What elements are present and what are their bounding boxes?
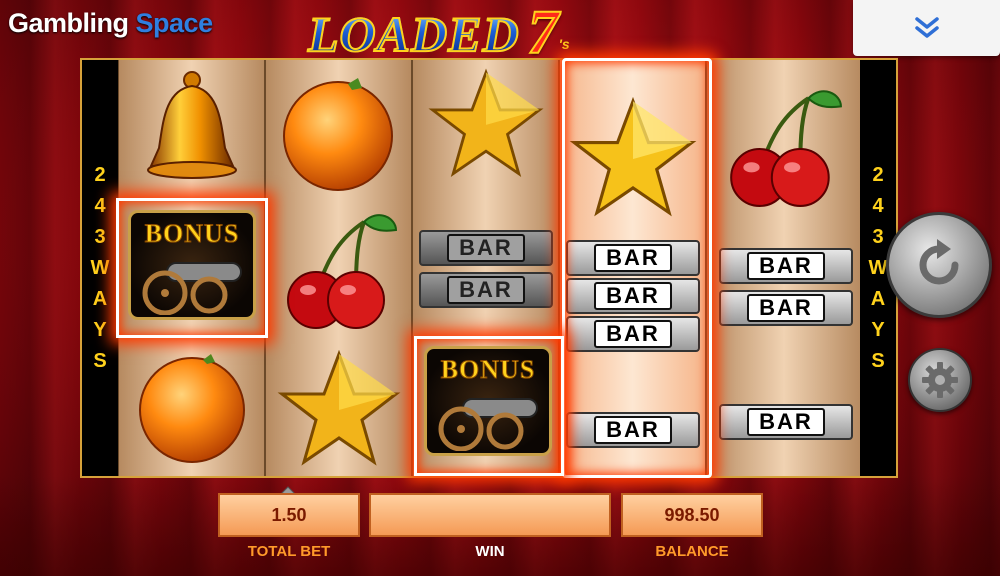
ways-char: 2 [872, 163, 884, 186]
brand-word-gambling: Gambling [8, 8, 129, 38]
bonus-symbol: BONUS [424, 346, 552, 456]
ways-char: W [868, 256, 888, 279]
win-label: WIN [475, 543, 505, 560]
bar-label: BAR [447, 234, 525, 262]
cherry-icon [287, 214, 398, 329]
bar-label: BAR [747, 294, 825, 322]
total-bet-label: TOTAL BET [247, 543, 331, 560]
orange-icon [283, 78, 393, 191]
bar-label: BAR [747, 252, 825, 280]
brand-word-space: Space [135, 8, 214, 38]
balance-display: 998.50 [621, 493, 763, 537]
win-display [369, 493, 611, 537]
logo-seven: 7 [527, 0, 560, 67]
total-bet-display[interactable]: 1.50 [218, 493, 360, 537]
settings-button[interactable] [908, 348, 972, 412]
cannon-icon [438, 398, 538, 451]
ways-char: 4 [872, 194, 884, 217]
balance-value: 998.50 [664, 504, 720, 525]
gear-icon [922, 362, 958, 398]
total-bet-value: 1.50 [271, 504, 307, 525]
ways-char: A [92, 287, 108, 310]
bar-symbol: BAR [719, 404, 853, 440]
reel-2 [265, 60, 412, 476]
ways-char: 3 [872, 225, 884, 248]
star-icon [277, 350, 401, 466]
bar-label: BAR [447, 276, 525, 304]
bonus-label: BONUS [440, 355, 536, 385]
orange-icon [139, 354, 245, 463]
gambling-space-brand: Gambling Space [8, 8, 213, 39]
game-logo: LOADED 7 's [307, 0, 570, 67]
ways-char: Y [93, 318, 107, 341]
balance-label: BALANCE [655, 543, 729, 560]
refresh-arrow-icon [919, 239, 959, 285]
cherry-icon [730, 90, 842, 207]
ways-char: S [93, 349, 107, 372]
spin-button[interactable] [886, 212, 992, 318]
reel-5: BAR BAR BAR [706, 60, 862, 476]
ways-char: S [871, 349, 885, 372]
ways-char: 4 [94, 194, 106, 217]
bonus-label: BONUS [144, 219, 240, 249]
bar-symbol: BAR [419, 272, 553, 308]
ways-indicator-left: 2 4 3 W A Y S [82, 60, 118, 476]
logo-suffix: 's [558, 36, 570, 52]
ways-char: Y [871, 318, 885, 341]
bar-label: BAR [747, 408, 825, 436]
ways-char: 2 [94, 163, 106, 186]
winning-reel-highlight [562, 58, 712, 478]
bar-symbol: BAR [719, 290, 853, 326]
star-icon [428, 68, 544, 177]
cannon-icon [142, 262, 242, 315]
bar-symbol: BAR [719, 248, 853, 284]
menu-toggle-button[interactable] [853, 0, 1000, 56]
ways-char: A [870, 287, 886, 310]
bar-symbol: BAR [419, 230, 553, 266]
bell-icon [147, 71, 237, 179]
ways-char: 3 [94, 225, 106, 248]
logo-word-loaded: LOADED [307, 6, 520, 62]
bonus-symbol: BONUS [128, 210, 256, 320]
ways-char: W [90, 256, 110, 279]
chevron-double-down-icon [914, 17, 939, 38]
